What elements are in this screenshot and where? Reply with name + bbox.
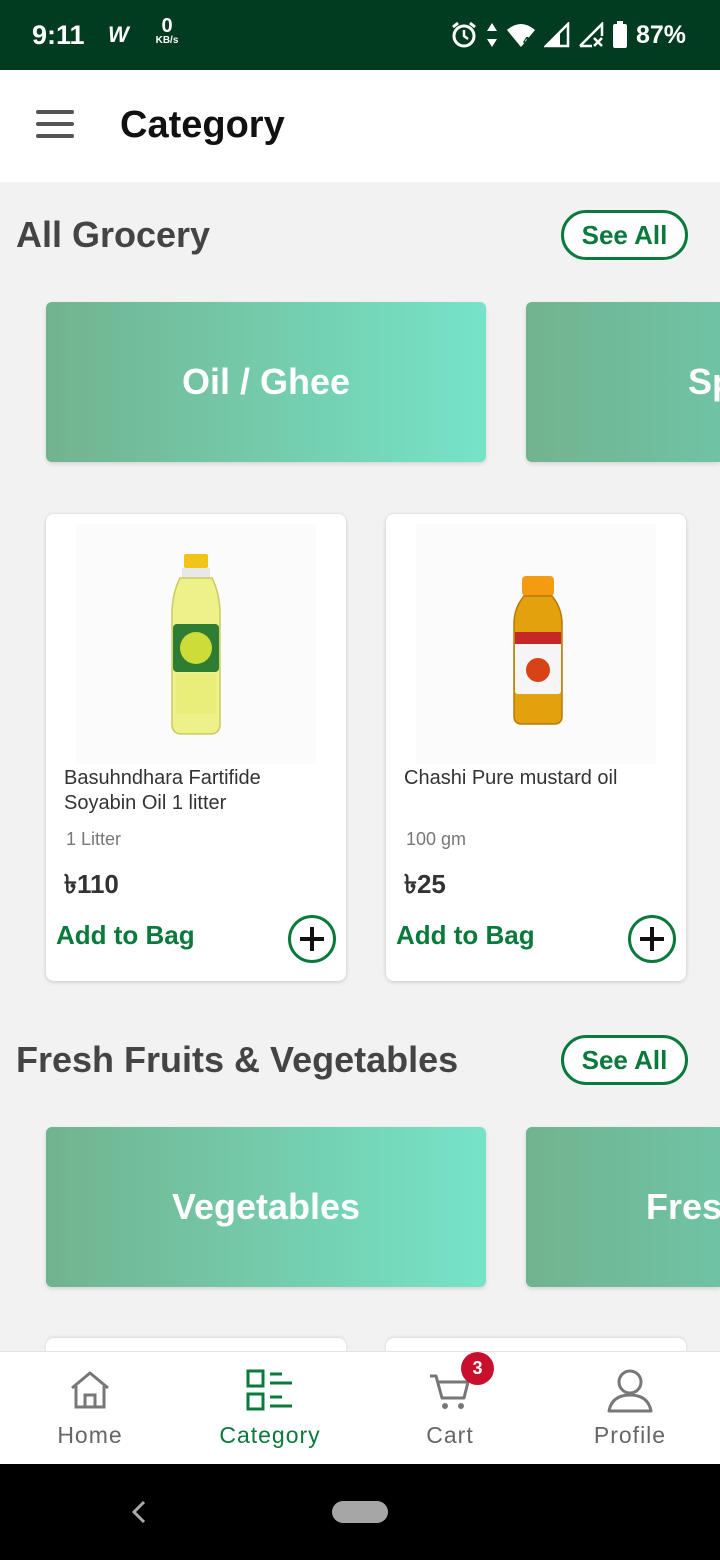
wifi-calling-icon: W [108, 22, 129, 47]
status-icons: 4 87% [450, 18, 686, 52]
back-chevron-icon[interactable] [124, 1494, 154, 1530]
net-speed-value: 0 [161, 15, 173, 37]
add-to-bag-link[interactable]: Add to Bag [56, 920, 195, 951]
hamburger-menu-icon[interactable] [36, 110, 76, 142]
nav-label: Profile [593, 1422, 667, 1448]
data-arrows-icon [486, 23, 497, 47]
product-name: Chashi Pure mustard oil [404, 767, 618, 789]
product-price: ৳110 [64, 869, 119, 899]
nav-category[interactable]: Category [180, 1352, 360, 1465]
nav-cart[interactable]: Cart [360, 1352, 540, 1465]
banner-label: Vegetables [171, 1186, 361, 1227]
product-quantity: 100 gm [406, 829, 467, 849]
status-time: 9:11 [32, 20, 85, 50]
product-card[interactable]: Chashi Pure mustard oil 100 gm ৳25 Add t… [386, 514, 686, 981]
mustard-oil-bottle-image [416, 524, 656, 764]
category-banner-vegetables[interactable]: Vegetables [46, 1127, 486, 1287]
nav-profile[interactable]: Profile [540, 1352, 720, 1465]
bottom-navigation: Home Category Cart Profile [0, 1351, 720, 1464]
nav-home[interactable]: Home [0, 1352, 180, 1465]
category-banner-next[interactable]: Sp [526, 302, 720, 462]
signal-icon [543, 22, 570, 48]
wifi-icon: 4 [506, 24, 535, 47]
page-title: Category [120, 104, 285, 146]
nav-label: Category [219, 1422, 321, 1448]
nav-label: Cart [426, 1422, 474, 1448]
banner-label: Fres [646, 1186, 720, 1227]
section-title-fresh-fruits-vegetables: Fresh Fruits & Vegetables [16, 1039, 459, 1080]
product-name: Basuhndhara Fartifide Soyabin Oil 1 litt… [64, 767, 261, 814]
nav-label: Home [57, 1422, 123, 1448]
banner-label: Sp [688, 361, 720, 402]
status-bar: 9:11 W 0 KB/s 4 87% [0, 0, 720, 70]
home-gesture-pill[interactable] [332, 1501, 388, 1523]
category-banner-oil-ghee[interactable]: Oil / Ghee [46, 302, 486, 462]
net-speed-unit: KB/s [155, 35, 179, 46]
profile-icon [607, 1369, 653, 1413]
battery-percent: 87% [635, 20, 686, 49]
soybean-oil-bottle-image [76, 524, 316, 764]
home-icon [71, 1371, 109, 1409]
see-all-button-fresh-fruits[interactable]: See All [561, 1035, 688, 1085]
battery-icon [612, 21, 627, 48]
svg-text:4: 4 [523, 36, 530, 47]
product-price: ৳25 [404, 869, 446, 899]
add-to-bag-link[interactable]: Add to Bag [396, 920, 535, 951]
net-speed: 0 KB/s [150, 16, 184, 46]
product-quantity: 1 Litter [66, 829, 122, 849]
section-title-all-grocery: All Grocery [16, 214, 211, 255]
alarm-icon [452, 21, 476, 48]
product-card[interactable]: Basuhndhara Fartifide Soyabin Oil 1 litt… [46, 514, 346, 981]
add-plus-icon[interactable] [628, 915, 676, 963]
banner-label: Oil / Ghee [181, 361, 351, 402]
app-bar: Category [0, 70, 720, 182]
see-all-button-all-grocery[interactable]: See All [561, 210, 688, 260]
cart-count-badge: 3 [461, 1352, 494, 1385]
category-banner-next[interactable]: Fres [526, 1127, 720, 1287]
signal-no-service-icon [579, 22, 604, 48]
add-plus-icon[interactable] [288, 915, 336, 963]
category-icon [246, 1369, 292, 1411]
